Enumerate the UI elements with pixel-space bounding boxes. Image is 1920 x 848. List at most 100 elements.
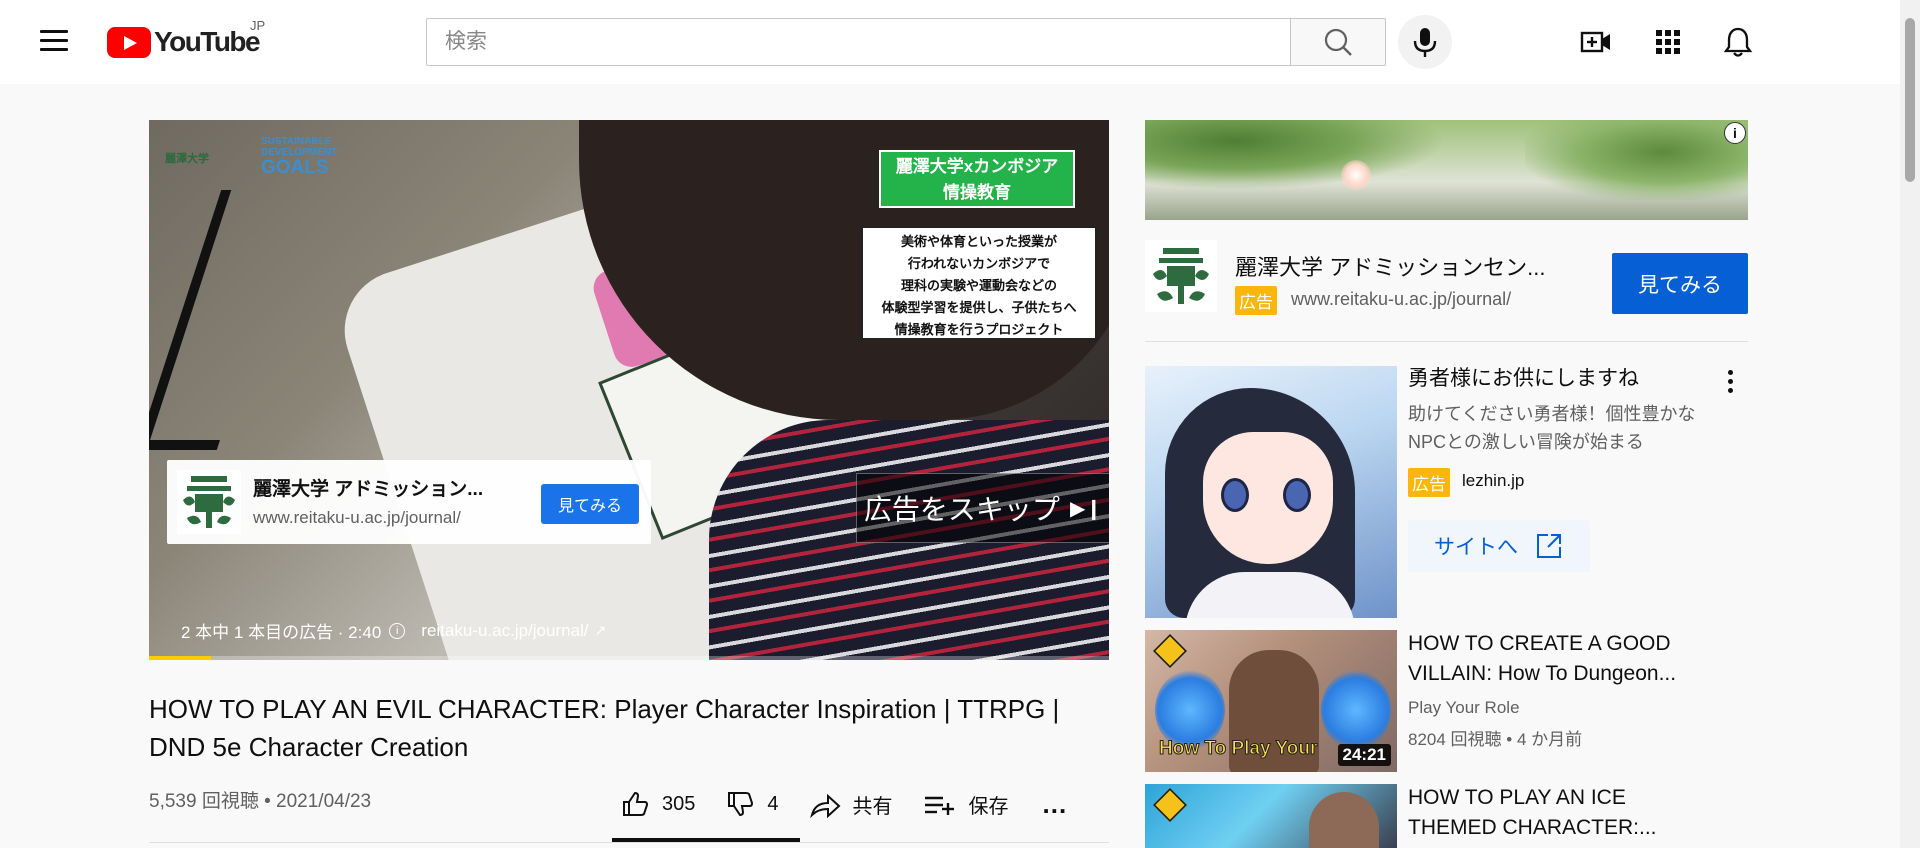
ad-badge: 広告 <box>1408 468 1450 497</box>
companion-ad-cta-button[interactable]: 見てみる <box>1612 253 1748 314</box>
visit-site-button[interactable]: サイトへ <box>1408 520 1590 572</box>
page-scrollbar[interactable] <box>1900 0 1920 848</box>
reitaku-emblem-icon <box>1145 240 1217 312</box>
actions-divider <box>149 842 1109 843</box>
overlay-line: 理科の実験や運動会などの <box>900 278 1057 293</box>
actions-underline <box>612 838 800 842</box>
ad-badge: 広告 <box>1235 286 1277 315</box>
ad-card-cta-button[interactable]: 見てみる <box>541 484 639 524</box>
overlay-line: 美術や体育といった授業が <box>900 234 1057 249</box>
sidebar-divider <box>1145 341 1748 342</box>
create-video-icon[interactable] <box>1578 24 1614 60</box>
search-button[interactable] <box>1290 18 1386 66</box>
overlay-description: 美術や体育といった授業が 行われないカンボジアで 理科の実験や運動会などの 体験… <box>861 226 1097 340</box>
microphone-icon <box>1413 28 1437 57</box>
skip-next-icon: ▶❙ <box>1069 497 1103 520</box>
thumbnail-caption: How To Play Your <box>1158 738 1318 760</box>
ad-info-bar: 2 本中 1 本目の広告 · 2:40 i reitaku-u.ac.jp/jo… <box>181 618 606 643</box>
share-button[interactable]: 共有 <box>809 789 893 819</box>
visit-site-label: サイトへ <box>1434 536 1518 559</box>
like-count: 305 <box>662 792 696 815</box>
video-meta: 8204 回視聴 • 4 か月前 <box>1408 730 1583 749</box>
dislike-count: 4 <box>767 792 779 815</box>
reitaku-corner-logo: 麗澤大学 <box>165 153 209 165</box>
overlay-line: 体験型学習を提供し、子供たちへ <box>881 300 1077 315</box>
tree-foliage-shape <box>1525 120 1748 200</box>
anime-eye-shape <box>1221 478 1249 512</box>
scrollbar-thumb[interactable] <box>1905 18 1915 182</box>
search-icon <box>1324 28 1352 56</box>
thumbs-up-icon <box>623 791 649 816</box>
skip-ad-button[interactable]: 広告をスキップ ▶❙ <box>856 473 1109 543</box>
share-label: 共有 <box>852 795 893 818</box>
overlay-headline-line2: 情操教育 <box>943 183 1011 202</box>
ad-item-domain: lezhin.jp <box>1462 471 1525 490</box>
ad-item-description: 助けてください勇者様！個性豊かなNPCとの激しい冒険が始まる <box>1408 404 1696 452</box>
more-actions-button[interactable]: ... <box>1043 789 1068 820</box>
external-link-icon: ↗ <box>594 622 607 638</box>
sdg-goals-text: GOALS <box>261 157 329 178</box>
companion-ad-title[interactable]: 麗澤大学 アドミッションセン... <box>1235 250 1581 282</box>
ad-info-url[interactable]: reitaku-u.ac.jp/journal/ <box>421 621 588 641</box>
region-label: JP <box>250 18 266 33</box>
masthead: YouTube JP <box>0 0 1900 84</box>
ad-progress-track[interactable] <box>149 656 1109 660</box>
video-title[interactable]: HOW TO CREATE A GOOD VILLAIN: How To Dun… <box>1408 629 1708 689</box>
save-button[interactable]: 保存 <box>923 789 1009 819</box>
video-title: HOW TO PLAY AN EVIL CHARACTER: Player Ch… <box>149 694 1060 762</box>
video-player[interactable]: 麗澤大学 SUSTAINABLE DEVELOPMENT GOALS 麗澤大学x… <box>149 120 1109 660</box>
like-button[interactable]: 305 <box>620 789 695 819</box>
overlay-line: 行われないカンボジアで <box>907 256 1051 271</box>
ad-item-title[interactable]: 勇者様にお供にしますね <box>1408 364 1728 394</box>
anime-eye-shape <box>1283 478 1311 512</box>
bell-icon <box>1723 27 1753 57</box>
video-duration: 24:21 <box>1337 744 1391 766</box>
share-arrow-icon <box>809 793 840 819</box>
ad-counter-text: 2 本中 1 本目の広告 · 2:40 <box>181 623 382 642</box>
youtube-play-icon <box>107 26 151 58</box>
companion-ad-banner[interactable] <box>1145 120 1748 220</box>
skip-ad-label: 広告をスキップ <box>863 494 1060 525</box>
ad-card-url[interactable]: www.reitaku-u.ac.jp/journal/ <box>253 508 461 528</box>
in-player-ad-card[interactable]: 麗澤大学 アドミッション... www.reitaku-u.ac.jp/jour… <box>167 460 651 544</box>
grid-icon <box>1656 30 1680 54</box>
overlay-headline-line1: 麗澤大学xカンボジア <box>895 157 1059 176</box>
more-options-icon[interactable] <box>1718 366 1742 402</box>
reitaku-emblem-icon <box>177 470 241 534</box>
playlist-add-icon <box>924 796 954 815</box>
ad-info-icon[interactable]: i <box>1724 122 1746 144</box>
video-title[interactable]: HOW TO PLAY AN ICE THEMED CHARACTER:... <box>1408 783 1708 843</box>
apps-grid-icon[interactable] <box>1650 24 1686 60</box>
youtube-logo[interactable]: YouTube <box>107 24 261 60</box>
thumbs-down-icon <box>728 792 754 817</box>
overlay-line: 情操教育を行うプロジェクト <box>894 322 1064 337</box>
overlay-headline: 麗澤大学xカンボジア 情操教育 <box>879 150 1075 208</box>
notifications-bell-icon[interactable] <box>1720 24 1756 60</box>
companion-ad-url[interactable]: www.reitaku-u.ac.jp/journal/ <box>1291 289 1511 310</box>
tree-foliage-shape <box>1145 120 1445 190</box>
ad-thumbnail[interactable] <box>1145 366 1397 618</box>
hamburger-menu-icon[interactable] <box>36 26 72 58</box>
video-thumbnail[interactable] <box>1145 784 1397 848</box>
video-views-date: 5,539 回視聴 • 2021/04/23 <box>149 791 372 812</box>
sdg-small-text: SUSTAINABLE DEVELOPMENT <box>261 136 338 158</box>
tripod-shape <box>149 190 302 450</box>
sdg-logo: SUSTAINABLE DEVELOPMENT GOALS <box>261 136 341 179</box>
external-link-icon <box>1537 534 1561 558</box>
sun-flare-shape <box>1341 160 1371 190</box>
channel-name[interactable]: Play Your Role <box>1408 698 1520 718</box>
camera-plus-icon <box>1580 31 1610 53</box>
ad-info-icon[interactable]: i <box>389 622 406 639</box>
channel-badge-icon <box>1153 634 1187 668</box>
dislike-button[interactable]: 4 <box>725 789 779 819</box>
voice-search-button[interactable] <box>1398 15 1452 69</box>
ad-card-title[interactable]: 麗澤大学 アドミッション... <box>253 474 509 501</box>
companion-ad[interactable]: 麗澤大学 アドミッションセン... 広告 www.reitaku-u.ac.jp… <box>1145 240 1748 320</box>
blue-flame-shape <box>1321 670 1391 750</box>
video-thumbnail[interactable]: How To Play Your 24:21 <box>1145 630 1397 772</box>
video-actions: 305 4 共有 保存 ... <box>620 784 1067 824</box>
ad-progress-fill <box>149 656 212 660</box>
search-input[interactable] <box>426 18 1290 66</box>
logo-text: YouTube <box>154 26 261 57</box>
channel-badge-icon <box>1153 788 1187 822</box>
